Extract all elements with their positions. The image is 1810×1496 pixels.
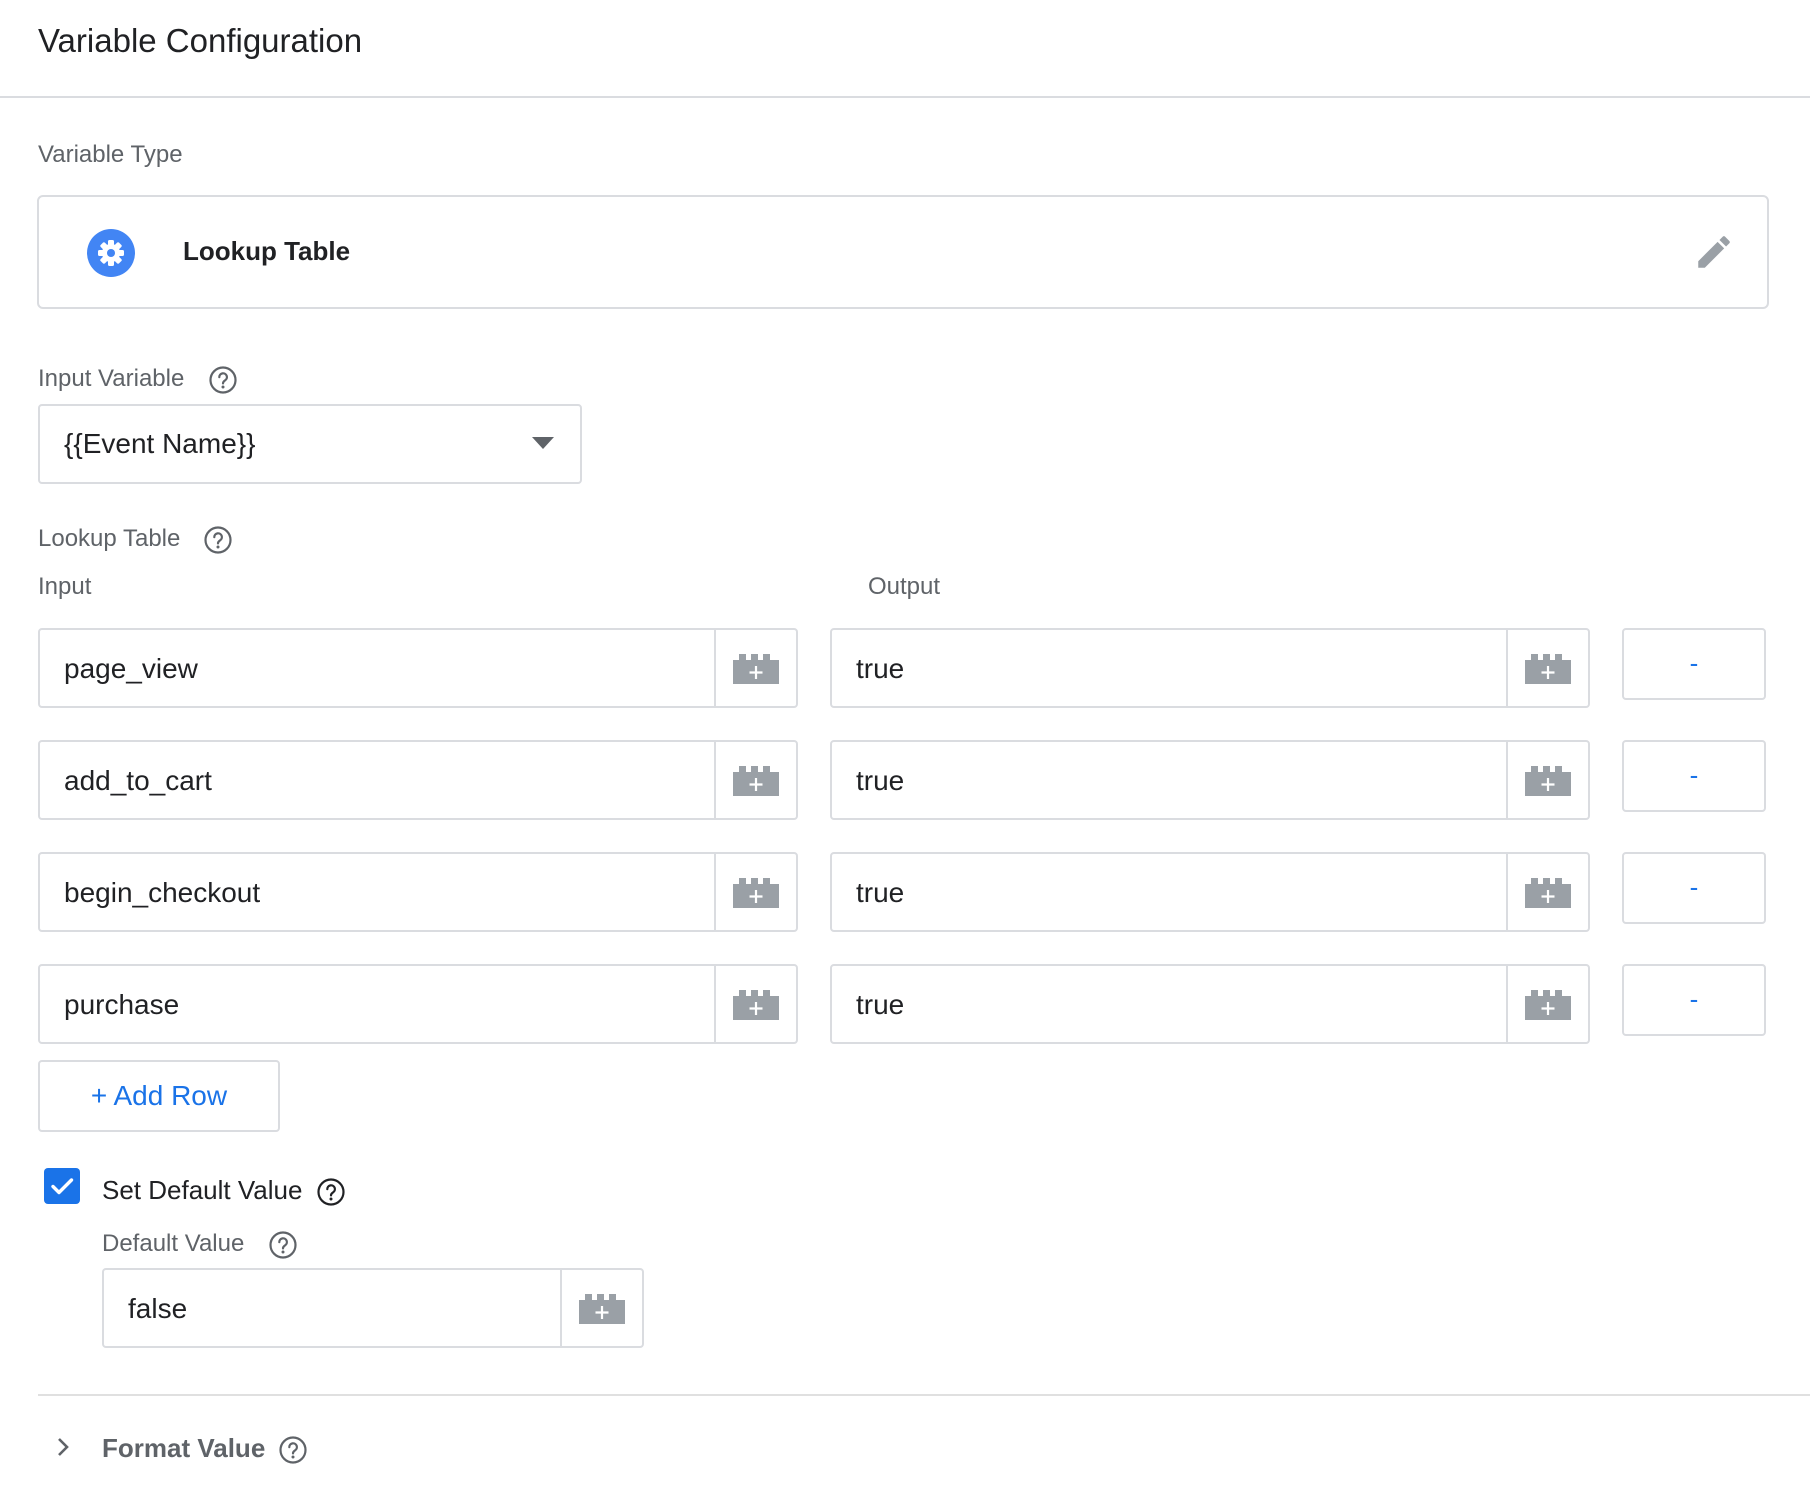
variable-brick-icon [1525,766,1571,796]
lookup-table-label: Lookup Table [38,525,181,552]
insert-variable-button[interactable] [1506,966,1588,1042]
lookup-input-value: purchase [64,989,180,1020]
insert-variable-button[interactable] [714,966,796,1042]
lookup-output-field[interactable]: true [830,740,1590,820]
check-icon [51,1178,74,1195]
variable-brick-icon [733,878,779,908]
lookup-input-field[interactable]: page_view [38,628,798,708]
variable-type-name: Lookup Table [183,236,351,266]
variable-type-card[interactable]: Lookup Table [37,195,1769,309]
default-value-input: false [128,1293,188,1324]
help-icon[interactable] [316,1177,346,1207]
remove-row-button[interactable]: - [1622,628,1766,700]
insert-variable-button[interactable] [560,1270,642,1346]
lookup-input-field[interactable]: purchase [38,964,798,1044]
lookup-output-field[interactable]: true [830,628,1590,708]
lookup-input-value: page_view [64,653,198,684]
input-variable-label: Input Variable [38,365,185,392]
lookup-output-field[interactable]: true [830,964,1590,1044]
insert-variable-button[interactable] [714,630,796,706]
insert-variable-button[interactable] [1506,854,1588,930]
help-icon[interactable] [203,525,233,555]
variable-type-label: Variable Type [38,141,183,168]
variable-brick-icon [733,654,779,684]
format-value-toggle[interactable]: Format Value [102,1433,265,1463]
lookup-input-value: begin_checkout [64,877,261,908]
lookup-input-value: add_to_cart [64,765,212,796]
default-value-label: Default Value [102,1230,245,1257]
set-default-value-checkbox[interactable] [44,1168,80,1204]
page-title: Variable Configuration [38,22,363,59]
lookup-output-value: true [856,765,905,796]
remove-row-button[interactable]: - [1622,964,1766,1036]
variable-brick-icon [733,990,779,1020]
variable-brick-icon [1525,654,1571,684]
help-icon[interactable] [268,1230,298,1260]
gear-icon [87,229,135,277]
set-default-value-label: Set Default Value [102,1175,303,1205]
chevron-right-icon[interactable] [52,1436,74,1458]
insert-variable-button[interactable] [714,854,796,930]
pencil-icon[interactable] [1693,231,1735,273]
remove-row-button[interactable]: - [1622,852,1766,924]
dropdown-arrow-icon [532,437,554,449]
help-icon[interactable] [278,1435,308,1465]
insert-variable-button[interactable] [1506,630,1588,706]
section-divider [38,1394,1810,1396]
lookup-input-field[interactable]: add_to_cart [38,740,798,820]
remove-row-button[interactable]: - [1622,740,1766,812]
header: Variable Configuration [0,0,1810,98]
lookup-output-value: true [856,989,905,1020]
variable-brick-icon [733,766,779,796]
lookup-output-value: true [856,653,905,684]
help-icon[interactable] [208,365,238,395]
lookup-output-field[interactable]: true [830,852,1590,932]
lookup-output-value: true [856,877,905,908]
output-column-header: Output [868,573,941,600]
input-column-header: Input [38,573,92,600]
default-value-field[interactable]: false [102,1268,644,1348]
variable-brick-icon [579,1294,625,1324]
insert-variable-button[interactable] [714,742,796,818]
input-variable-value: {{Event Name}} [64,428,256,459]
variable-brick-icon [1525,878,1571,908]
insert-variable-button[interactable] [1506,742,1588,818]
lookup-input-field[interactable]: begin_checkout [38,852,798,932]
add-row-button[interactable]: + Add Row [38,1060,280,1132]
variable-brick-icon [1525,990,1571,1020]
input-variable-select[interactable]: {{Event Name}} [38,404,582,484]
